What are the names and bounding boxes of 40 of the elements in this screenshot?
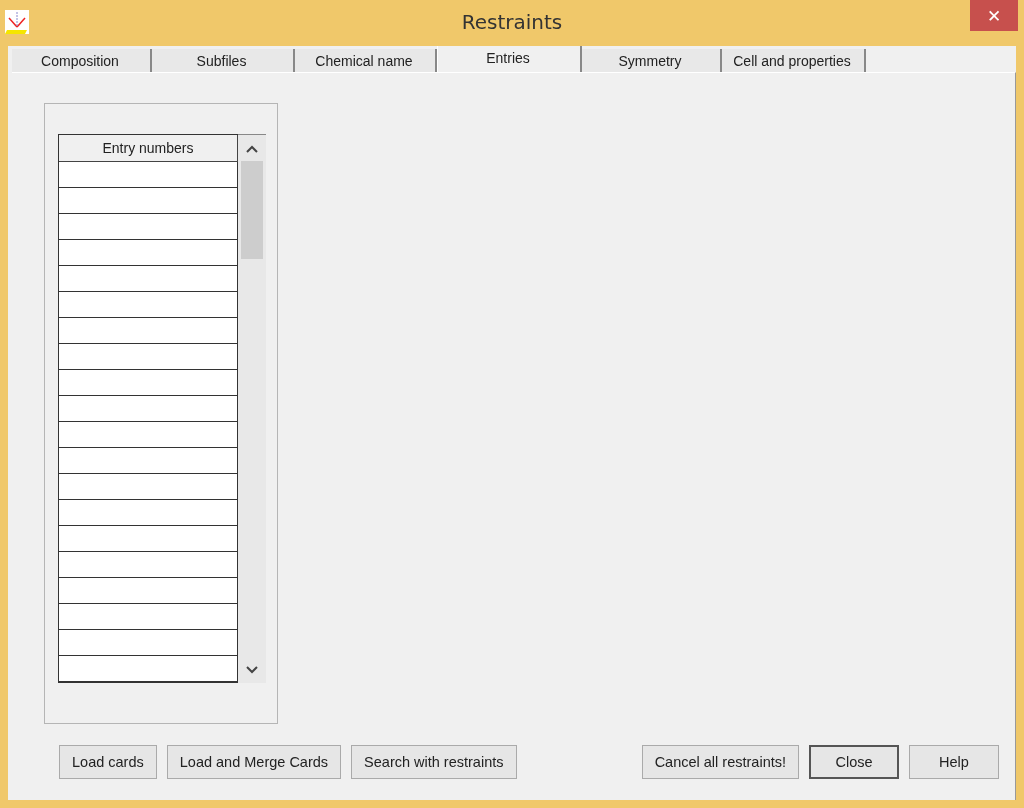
table-cell[interactable] <box>59 422 238 448</box>
table-cell[interactable] <box>59 500 238 526</box>
scroll-thumb[interactable] <box>241 161 263 259</box>
table-cell[interactable] <box>59 344 238 370</box>
table-cell[interactable] <box>59 370 238 396</box>
tab[interactable]: Composition <box>12 49 152 72</box>
action-button[interactable]: Cancel all restraints! <box>641 745 799 779</box>
table-cell[interactable] <box>59 578 238 604</box>
window-title: Restraints <box>461 10 563 34</box>
scroll-up-icon[interactable] <box>246 145 258 153</box>
table-cell[interactable] <box>59 214 238 240</box>
tab[interactable]: Cell and properties <box>722 49 866 72</box>
column-header: Entry numbers <box>59 135 238 162</box>
tab[interactable]: Subfiles <box>152 49 295 72</box>
table-cell[interactable] <box>59 318 238 344</box>
app-logo-icon <box>5 10 29 34</box>
table-cell[interactable] <box>59 604 238 630</box>
table-cell[interactable] <box>59 656 238 682</box>
tab[interactable]: Entries <box>437 46 582 72</box>
action-button[interactable]: Search with restraints <box>351 745 517 779</box>
table-cell[interactable] <box>59 188 238 214</box>
table-cell[interactable] <box>59 448 238 474</box>
action-button[interactable]: Close <box>809 745 899 779</box>
action-button[interactable]: Load cards <box>59 745 157 779</box>
tab[interactable]: Chemical name <box>295 49 437 72</box>
table-cell[interactable] <box>59 396 238 422</box>
table-cell[interactable] <box>59 240 238 266</box>
table-cell[interactable] <box>59 526 238 552</box>
action-button[interactable]: Load and Merge Cards <box>166 745 342 779</box>
table-cell[interactable] <box>59 292 238 318</box>
table-cell[interactable] <box>59 162 238 188</box>
close-button[interactable]: ✕ <box>970 0 1018 31</box>
table-cell[interactable] <box>59 630 238 656</box>
scrollbar[interactable] <box>238 134 266 683</box>
action-button[interactable]: Help <box>909 745 999 779</box>
scroll-down-icon[interactable] <box>246 666 258 674</box>
table-cell[interactable] <box>59 552 238 578</box>
tab[interactable]: Symmetry <box>582 49 722 72</box>
table-cell[interactable] <box>59 266 238 292</box>
table-cell[interactable] <box>59 474 238 500</box>
